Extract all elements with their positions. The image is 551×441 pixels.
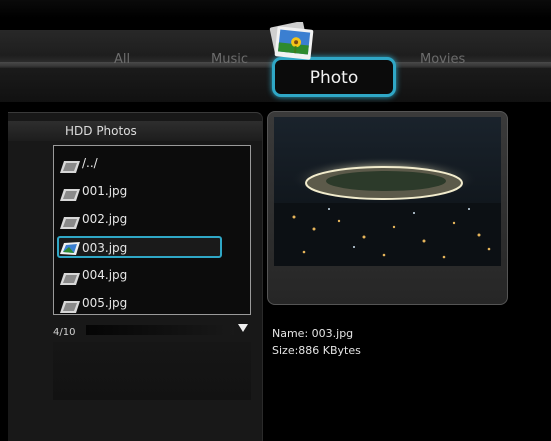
- category-movies-tab[interactable]: Movies: [420, 52, 465, 67]
- list-item-label: 003.jpg: [82, 241, 128, 255]
- list-item-label: /../: [82, 156, 98, 170]
- file-list: /../ 001.jpg 002.jpg 003.jpg 004.jpg 005…: [53, 145, 251, 315]
- list-item-label: 002.jpg: [82, 212, 128, 226]
- list-item-label: 001.jpg: [82, 184, 128, 198]
- browser-title: HDD Photos: [65, 124, 137, 138]
- image-file-icon: [60, 161, 80, 173]
- list-item-parent[interactable]: /../: [54, 152, 252, 176]
- media-player-screen: All Music Movies Photo HDD Photos /../ 0…: [0, 0, 551, 441]
- list-item-label: 005.jpg: [82, 296, 128, 310]
- photo-album-icon: [269, 22, 314, 60]
- browser-lower-area: [53, 342, 251, 400]
- photo-tab-label: Photo: [309, 68, 359, 88]
- image-file-icon: [60, 273, 80, 285]
- page-counter: 4/10: [53, 327, 76, 338]
- top-strip: [0, 0, 551, 18]
- list-item-selected[interactable]: 003.jpg: [54, 236, 252, 261]
- image-file-icon: [60, 217, 80, 229]
- photo-preview: [274, 117, 501, 266]
- preview-file-name: Name: 003.jpg: [272, 327, 354, 340]
- category-all-tab[interactable]: All: [114, 52, 130, 67]
- image-file-icon: [60, 189, 80, 201]
- triangle-down-icon[interactable]: [238, 324, 248, 332]
- image-file-icon: [60, 242, 80, 255]
- page-counter-track: [86, 325, 234, 335]
- list-item[interactable]: 004.jpg: [54, 264, 252, 288]
- list-item-label: 004.jpg: [82, 268, 128, 282]
- list-item[interactable]: 005.jpg: [54, 292, 252, 316]
- list-item[interactable]: 002.jpg: [54, 208, 252, 232]
- category-music-tab[interactable]: Music: [211, 52, 248, 67]
- list-item[interactable]: 001.jpg: [54, 180, 252, 204]
- image-file-icon: [60, 301, 80, 313]
- preview-file-size: Size:886 KBytes: [272, 344, 361, 357]
